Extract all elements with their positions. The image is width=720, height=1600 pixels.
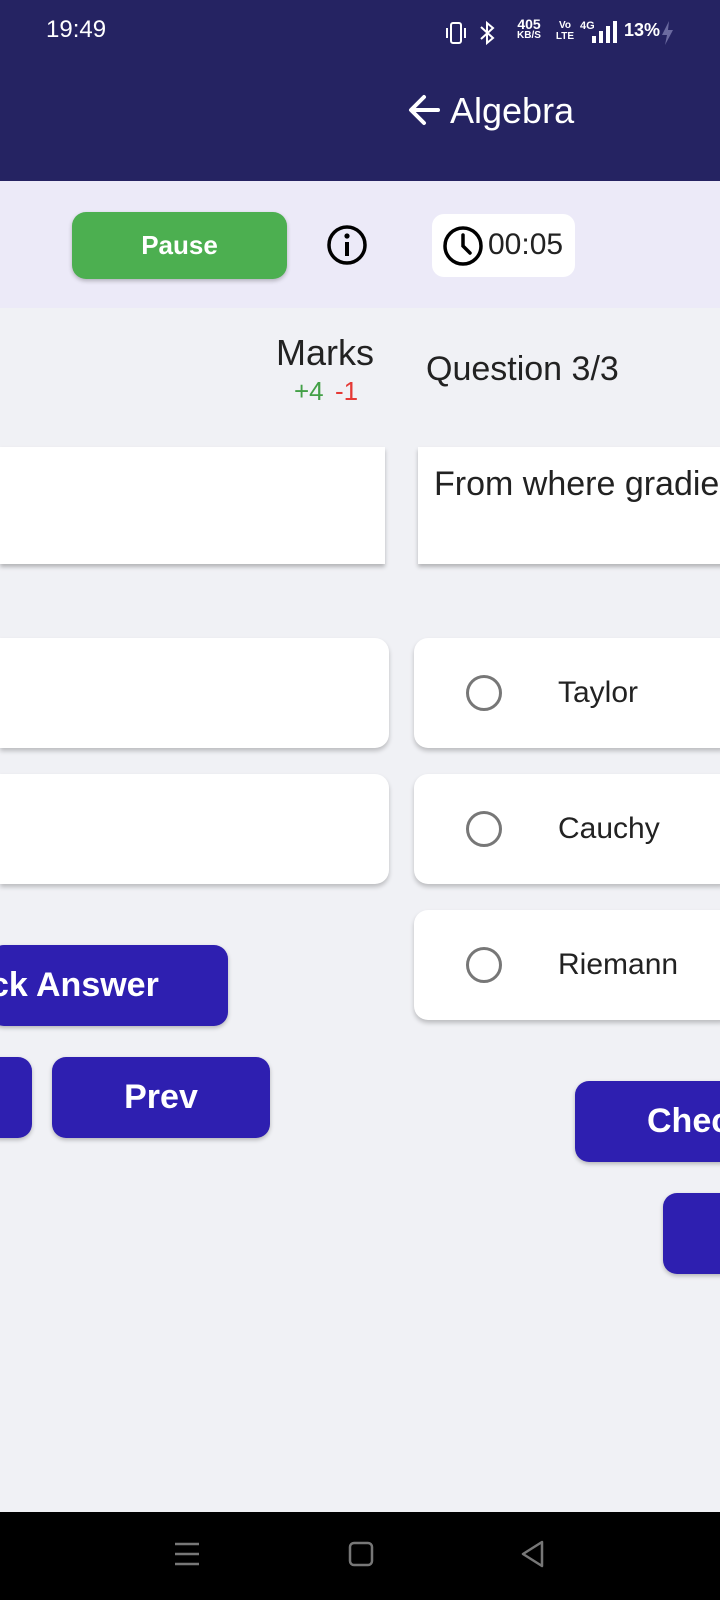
bluetooth-icon [478, 20, 496, 46]
option-label: Taylor [558, 676, 639, 709]
battery-percent: 13% [624, 20, 661, 40]
arrow-left-icon[interactable] [406, 92, 442, 128]
net-speed: 405 KB/S [512, 16, 546, 42]
question-text: From where gradie [434, 465, 720, 503]
back-nav-icon[interactable] [518, 1538, 548, 1570]
vibrate-icon [444, 20, 468, 46]
menu-icon[interactable] [172, 1540, 202, 1568]
check-answer-button[interactable]: ck Answer [0, 945, 228, 1026]
signal-icon [588, 20, 620, 44]
timer-chip: 00:05 [432, 214, 575, 277]
volte-top: Vo [558, 20, 572, 31]
home-icon[interactable] [346, 1539, 376, 1569]
volte-bottom: LTE [555, 31, 575, 42]
previous-option-card[interactable] [0, 774, 389, 884]
check-answer-label: Chec [647, 1102, 720, 1140]
clock-icon [442, 225, 484, 267]
check-answer-label: ck Answer [0, 966, 159, 1004]
question-counter: Question 3/3 [426, 350, 619, 388]
net-speed-value: 405 [517, 16, 541, 32]
net-speed-unit: KB/S [517, 30, 541, 41]
marks-label: Marks [276, 332, 374, 373]
page-title: Algebra [450, 90, 575, 131]
system-nav-bar [0, 1512, 720, 1600]
option-card[interactable]: Cauchy [414, 774, 720, 884]
radio-button[interactable] [466, 947, 502, 983]
prev-button[interactable] [663, 1193, 720, 1274]
info-icon[interactable] [326, 224, 368, 266]
status-time: 19:49 [46, 16, 107, 43]
option-label: Cauchy [558, 812, 660, 845]
quiz-toolbar: Pause 00:05 [0, 181, 720, 308]
status-bar: 19:49 405 KB/S Vo LTE 4G 13% [0, 0, 720, 64]
question-card: From where gradie [418, 447, 720, 564]
charging-icon [660, 20, 674, 46]
next-button[interactable] [0, 1057, 32, 1138]
radio-button[interactable] [466, 811, 502, 847]
volte-indicator: Vo LTE [554, 20, 576, 42]
radio-button[interactable] [466, 675, 502, 711]
option-card[interactable]: Taylor [414, 638, 720, 748]
marks-positive: +4 [294, 376, 324, 406]
option-card[interactable]: Riemann [414, 910, 720, 1020]
timer-value: 00:05 [488, 228, 564, 261]
previous-question-card [0, 447, 385, 564]
check-answer-button[interactable]: Chec [575, 1081, 720, 1162]
previous-option-card[interactable] [0, 638, 389, 748]
app-bar: Algebra [0, 64, 720, 181]
option-label: Riemann [558, 948, 679, 981]
prev-button[interactable]: Prev [52, 1057, 270, 1138]
marks-negative: -1 [335, 376, 359, 406]
pause-button[interactable]: Pause [72, 212, 287, 279]
